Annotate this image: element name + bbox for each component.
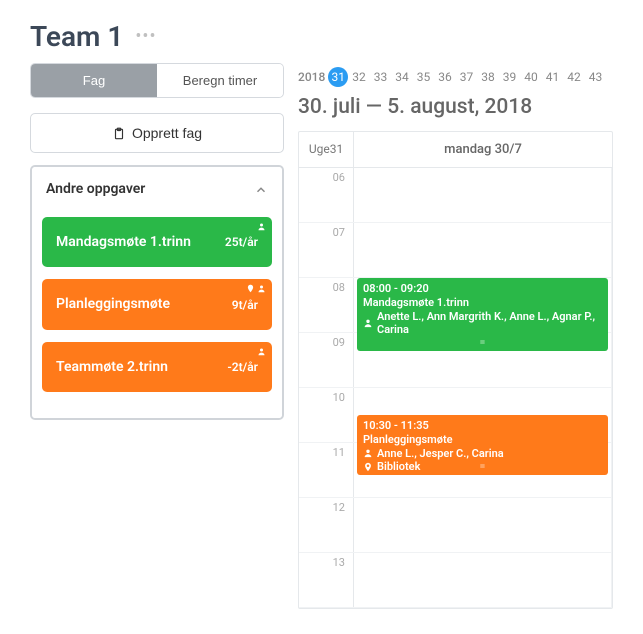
task-card[interactable]: Teammøte 2.trinn -2t/år xyxy=(42,342,272,392)
week-number[interactable]: 38 xyxy=(477,68,499,86)
accordion-body: Mandagsmøte 1.trinn 25t/år Planleggingsmø… xyxy=(32,211,282,418)
calendar-hour-label: 08 xyxy=(299,278,354,332)
calendar-hour-label: 11 xyxy=(299,443,354,497)
clipboard-icon xyxy=(112,125,126,141)
week-nav-year: 2018 xyxy=(298,70,325,84)
week-number[interactable]: 41 xyxy=(542,68,564,86)
week-number[interactable]: 37 xyxy=(456,68,478,86)
calendar-event[interactable]: 08:00 - 09:20Mandagsmøte 1.trinnAnette L… xyxy=(357,278,608,351)
task-badge-icon xyxy=(246,283,266,294)
calendar-hour-label: 07 xyxy=(299,223,354,277)
tab-fag[interactable]: Fag xyxy=(31,64,157,97)
calendar-hour-label: 09 xyxy=(299,333,354,387)
week-number[interactable]: 35 xyxy=(413,68,435,86)
accordion-andre-oppgaver: Andre oppgaver Mandagsmøte 1.trinn 25t/år… xyxy=(30,165,284,420)
tab-toggle: Fag Beregn timer xyxy=(30,63,284,98)
create-fag-label: Opprett fag xyxy=(132,125,202,141)
task-card[interactable]: Planleggingsmøte 9t/år xyxy=(42,279,272,329)
task-name: Planleggingsmøte xyxy=(56,295,170,313)
task-badge-icon xyxy=(257,221,266,232)
week-number[interactable]: 34 xyxy=(391,68,413,86)
event-title: Planleggingsmøte xyxy=(363,433,602,447)
week-nav: 2018 31323334353637383940414243 xyxy=(298,63,613,87)
tab-beregn-timer[interactable]: Beregn timer xyxy=(157,64,283,97)
page-title: Team 1 xyxy=(30,20,123,53)
calendar-week-label: Uge31 xyxy=(299,132,354,167)
event-title: Mandagsmøte 1.trinn xyxy=(363,296,602,310)
task-hours: 25t/år xyxy=(225,235,258,249)
task-badge-icon xyxy=(257,346,266,357)
date-range: 30. juli — 5. august, 2018 xyxy=(298,95,613,119)
calendar-grid: Uge31 mandag 30/7 0607080910111213 08:00 … xyxy=(298,131,613,609)
week-number[interactable]: 39 xyxy=(499,68,521,86)
week-number[interactable]: 43 xyxy=(585,68,607,86)
calendar-hour-label: 06 xyxy=(299,168,354,222)
calendar-hour-label: 10 xyxy=(299,388,354,442)
event-people: Anette L., Ann Margrith K., Anne L., Agn… xyxy=(363,310,602,338)
create-fag-button[interactable]: Opprett fag xyxy=(30,113,284,153)
week-number[interactable]: 32 xyxy=(348,68,370,86)
week-number[interactable]: 42 xyxy=(563,68,585,86)
resize-handle-icon[interactable]: = xyxy=(480,337,486,350)
calendar-hour-label: 12 xyxy=(299,498,354,552)
person-icon xyxy=(363,448,373,458)
task-hours: -2t/år xyxy=(227,360,258,374)
event-time: 10:30 - 11:35 xyxy=(363,419,602,433)
task-name: Mandagsmøte 1.trinn xyxy=(56,233,191,251)
accordion-header[interactable]: Andre oppgaver xyxy=(32,167,282,211)
calendar-event[interactable]: 10:30 - 11:35PlanleggingsmøteAnne L., Je… xyxy=(357,415,608,475)
task-card[interactable]: Mandagsmøte 1.trinn 25t/år xyxy=(42,217,272,267)
event-time: 08:00 - 09:20 xyxy=(363,282,602,296)
chevron-up-icon xyxy=(254,181,268,197)
event-people: Anne L., Jesper C., Carina xyxy=(363,447,602,461)
week-number[interactable]: 36 xyxy=(434,68,456,86)
task-name: Teammøte 2.trinn xyxy=(56,358,168,376)
task-hours: 9t/år xyxy=(232,298,258,312)
week-number[interactable]: 33 xyxy=(370,68,392,86)
resize-handle-icon[interactable]: = xyxy=(480,461,486,474)
location-pin-icon xyxy=(363,462,373,472)
calendar-hour-label: 13 xyxy=(299,553,354,607)
accordion-title: Andre oppgaver xyxy=(46,181,145,197)
week-number[interactable]: 40 xyxy=(520,68,542,86)
calendar-day-header: mandag 30/7 xyxy=(354,132,612,167)
more-options-icon[interactable]: ••• xyxy=(135,26,156,47)
week-number[interactable]: 31 xyxy=(328,67,348,87)
person-icon xyxy=(363,318,373,328)
